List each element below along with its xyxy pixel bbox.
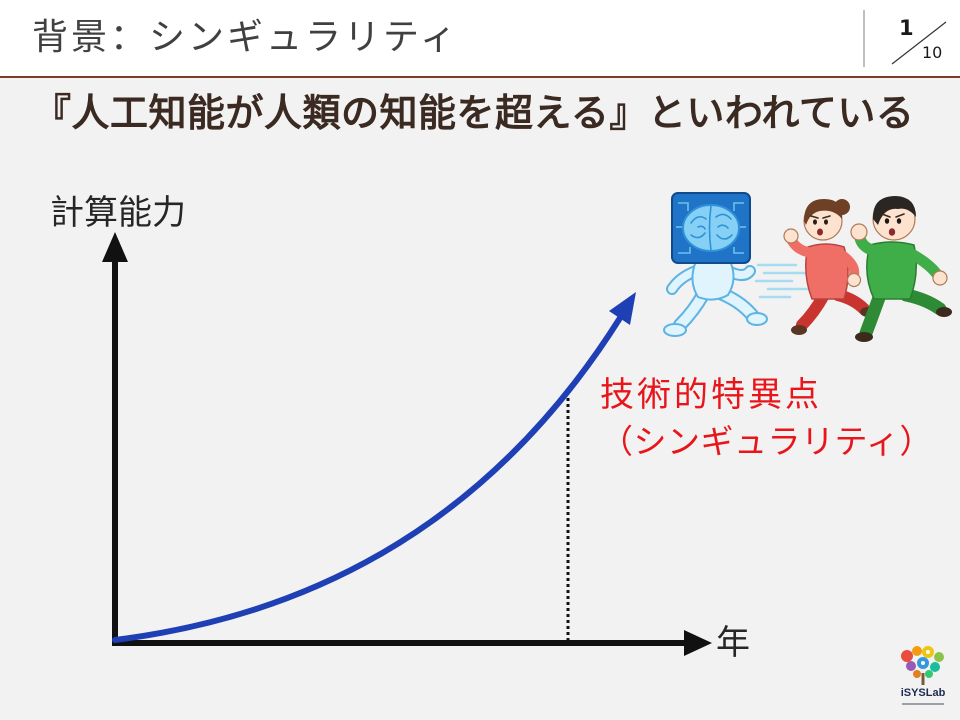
- growth-diagram: [102, 232, 712, 656]
- y-axis-label: 計算能力: [50, 193, 186, 233]
- man-shoe-front: [936, 307, 952, 317]
- woman-eye: [813, 219, 817, 225]
- x-axis-label: 年: [716, 623, 750, 663]
- x-axis-arrowhead: [684, 630, 712, 656]
- woman-fist-front: [846, 272, 862, 288]
- logo-gear: [912, 646, 922, 656]
- woman-mouth: [817, 228, 823, 236]
- man-mouth: [888, 228, 896, 236]
- man-leg-back: [859, 288, 887, 340]
- robot-torso: [691, 260, 735, 301]
- man-eye: [896, 218, 902, 224]
- logo-graphic-icon: [901, 646, 944, 685]
- logo-gear: [930, 662, 940, 672]
- robot-foot-front: [746, 312, 768, 326]
- annotation-line-1: 技術的特異点: [600, 375, 822, 415]
- man-fist-back: [850, 223, 868, 241]
- logo-gear-hub: [926, 650, 930, 654]
- woman-hair-bun: [834, 199, 850, 215]
- running-illustration: [663, 192, 952, 342]
- man-shoe-back: [855, 332, 873, 342]
- woman-shoe-back: [791, 325, 807, 335]
- woman-eye: [824, 219, 828, 225]
- isyslab-logo: iSYSLab: [893, 643, 953, 715]
- man-eye: [884, 218, 890, 224]
- woman-fist-back: [783, 228, 799, 244]
- speed-lines: [754, 263, 810, 299]
- y-axis-arrowhead: [102, 232, 128, 262]
- singularity-annotation: 技術的特異点 （シンギュラリティ）: [600, 374, 933, 463]
- robot-foot-back: [663, 323, 687, 337]
- logo-tagline-mark: [902, 703, 944, 705]
- man-running-illustration: [850, 196, 952, 342]
- woman-running-illustration: [783, 199, 876, 335]
- logo-wordmark: iSYSLab: [900, 687, 946, 699]
- logo-gear-hub: [921, 661, 925, 665]
- annotation-line-2: （シンギュラリティ）: [600, 422, 934, 461]
- capability-growth-curve: [112, 315, 623, 643]
- man-fist-front: [932, 270, 948, 286]
- logo-gear: [901, 650, 913, 662]
- ai-robot-illustration: [663, 192, 810, 337]
- logo-gear: [934, 652, 944, 662]
- growth-curve-arrowhead: [609, 292, 636, 325]
- logo-gear: [906, 661, 916, 671]
- logo-gear: [913, 670, 921, 678]
- logo-gear: [925, 670, 933, 678]
